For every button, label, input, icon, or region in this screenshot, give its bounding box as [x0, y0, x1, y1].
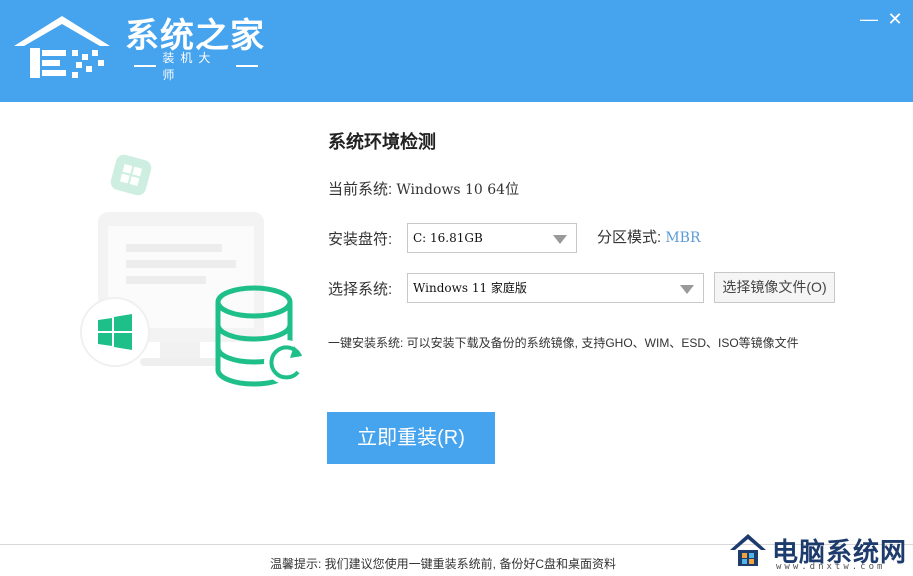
install-drive-label: 安装盘符: [328, 231, 393, 248]
title-bar: 系统之家 装机大师 — ✕ [0, 0, 913, 102]
divider-line [235, 65, 258, 67]
divider-line [134, 65, 157, 67]
brand-subtitle: 装机大师 [128, 51, 264, 82]
refresh-icon [264, 340, 308, 384]
close-button[interactable]: ✕ [884, 8, 906, 30]
windows-diamond-icon [110, 154, 152, 196]
chevron-down-icon [553, 235, 567, 244]
minimize-button[interactable]: — [858, 8, 880, 30]
section-title: 系统环境检测 [328, 132, 436, 153]
browse-image-button[interactable]: 选择镜像文件(O) [714, 272, 835, 303]
select-system-value: Windows 11 家庭版 [413, 281, 527, 295]
partition-mode-value: MBR [665, 230, 701, 246]
current-system-label: 当前系统: [328, 181, 393, 198]
chevron-down-icon [680, 285, 694, 294]
current-system-row: 当前系统: Windows 10 64位 [328, 178, 519, 199]
install-drive-select[interactable]: C: 16.81GB [407, 223, 577, 253]
windows-logo-icon [80, 297, 150, 367]
brand-subtitle-text: 装机大师 [162, 51, 217, 82]
partition-mode-label: 分区模式: [597, 229, 662, 246]
install-hint-text: 一键安装系统: 可以安装下载及备份的系统镜像, 支持GHO、WIM、ESD、IS… [328, 336, 799, 350]
select-system-label: 选择系统: [328, 281, 393, 298]
partition-mode-row: 分区模式: MBR [597, 226, 701, 247]
house-logo-icon [14, 16, 110, 78]
watermark: 电脑系统网 www.dnxtw.com [728, 528, 908, 574]
install-drive-value: C: 16.81GB [413, 231, 483, 245]
footer-tip: 温馨提示: 我们建议您使用一键重装系统前, 备份好C盘和桌面资料 [270, 557, 617, 571]
system-illustration [80, 154, 308, 387]
reinstall-button[interactable]: 立即重装(R) [327, 412, 495, 464]
watermark-url: www.dnxtw.com [776, 562, 886, 572]
current-system-value: Windows 10 64位 [396, 182, 520, 198]
select-system-dropdown[interactable]: Windows 11 家庭版 [407, 273, 704, 303]
watermark-house-icon [730, 534, 766, 566]
